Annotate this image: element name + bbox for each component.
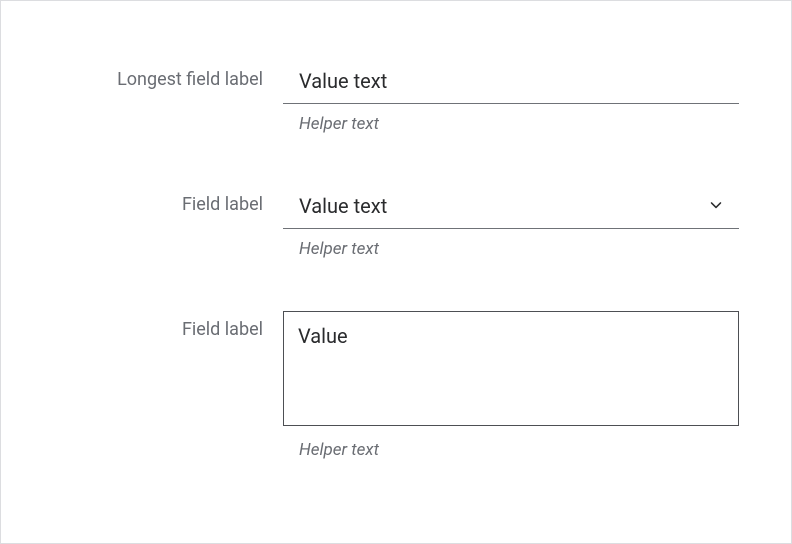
- form-row-select: Field label Value text Helper text: [53, 186, 739, 259]
- select-value: Value text: [283, 186, 739, 228]
- field-col: Value text Helper text: [283, 186, 739, 259]
- form-row-textarea: Field label Helper text: [53, 311, 739, 460]
- text-input[interactable]: [283, 61, 739, 104]
- form-panel: Longest field label Helper text Field la…: [0, 0, 792, 544]
- form-row-text: Longest field label Helper text: [53, 61, 739, 134]
- textarea-input[interactable]: [283, 311, 739, 426]
- field-col: Helper text: [283, 311, 739, 460]
- field-col: Helper text: [283, 61, 739, 134]
- helper-text: Helper text: [283, 114, 739, 134]
- field-label: Longest field label: [53, 61, 283, 90]
- field-label: Field label: [53, 311, 283, 340]
- field-label: Field label: [53, 186, 283, 215]
- helper-text: Helper text: [283, 239, 739, 259]
- helper-text: Helper text: [283, 440, 739, 460]
- select-input[interactable]: Value text: [283, 186, 739, 229]
